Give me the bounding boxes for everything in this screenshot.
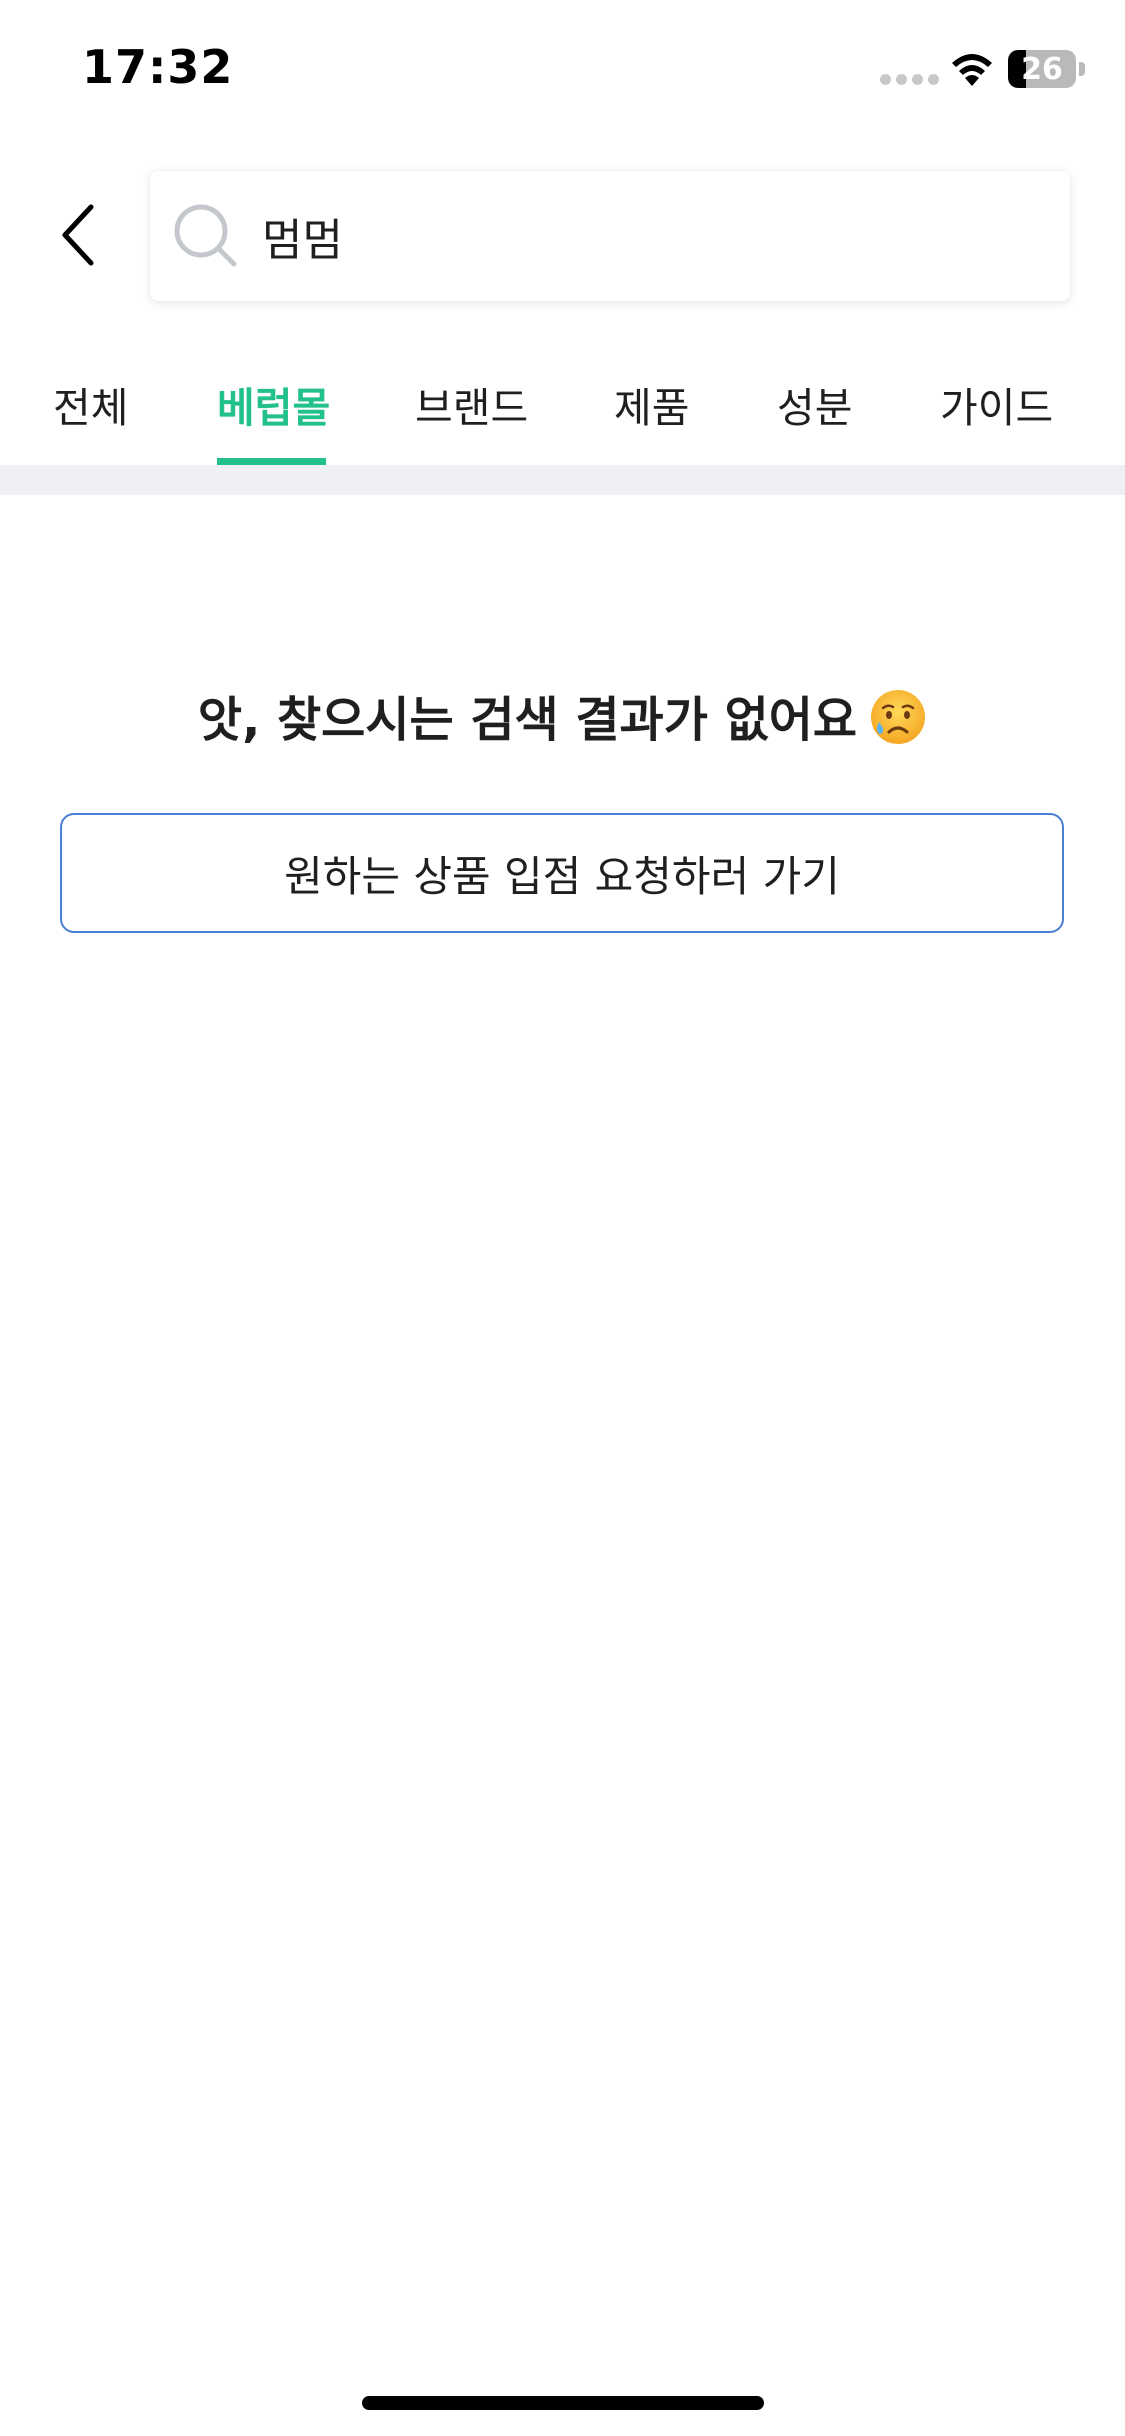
request-product-button[interactable]: 원하는 상품 입점 요청하러 가기 — [60, 813, 1064, 933]
tab-product[interactable]: 제품 — [614, 360, 689, 465]
wifi-icon — [952, 54, 992, 86]
tab-ingredient[interactable]: 성분 — [777, 360, 852, 465]
cellular-signal-icon — [880, 74, 939, 85]
search-input[interactable] — [262, 201, 1022, 271]
chevron-left-icon — [62, 204, 94, 266]
search-results-screen: 17:32 26 전체 베럽몰 브랜드 제품 성분 — [0, 0, 1125, 2436]
status-bar: 17:32 26 — [0, 0, 1125, 140]
battery-level: 26 — [1021, 51, 1063, 87]
tab-brand[interactable]: 브랜드 — [415, 360, 528, 465]
tab-all[interactable]: 전체 — [53, 360, 128, 465]
empty-state-message: 앗, 찾으시는 검색 결과가 없어요 — [0, 680, 1125, 752]
sad-tear-face-icon — [871, 690, 926, 744]
home-indicator[interactable] — [362, 2396, 764, 2410]
battery-cap — [1079, 62, 1085, 76]
battery-icon: 26 — [1008, 50, 1076, 88]
active-tab-indicator — [217, 458, 326, 465]
status-time: 17:32 — [82, 40, 234, 94]
tab-guide[interactable]: 가이드 — [940, 360, 1053, 465]
tabs-divider — [0, 465, 1125, 495]
back-button[interactable] — [44, 190, 114, 280]
empty-state-text: 앗, 찾으시는 검색 결과가 없어요 — [197, 692, 858, 748]
search-icon — [174, 204, 237, 267]
search-bar[interactable] — [150, 171, 1070, 301]
tab-verupmall[interactable]: 베럽몰 — [217, 360, 330, 465]
category-tabs: 전체 베럽몰 브랜드 제품 성분 가이드 — [0, 360, 1125, 465]
